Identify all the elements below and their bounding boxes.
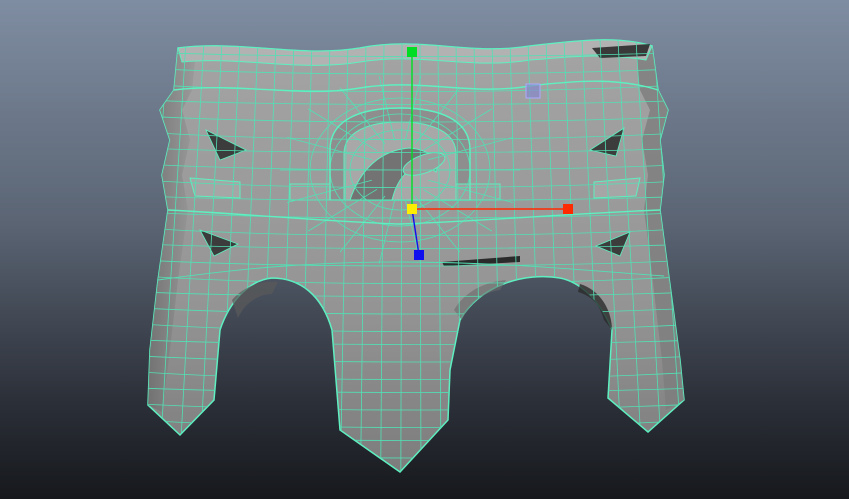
wire-edge bbox=[148, 39, 151, 472]
x-axis-tip[interactable] bbox=[563, 204, 573, 214]
center-handle[interactable] bbox=[407, 204, 417, 214]
y-axis-tip[interactable] bbox=[407, 47, 417, 57]
z-axis-tip[interactable] bbox=[414, 250, 424, 260]
3d-viewport[interactable] bbox=[0, 0, 849, 499]
wire-edge bbox=[671, 39, 684, 472]
viewport-scene[interactable] bbox=[0, 0, 849, 499]
wire-edge bbox=[148, 451, 684, 459]
plane-handle[interactable] bbox=[525, 83, 541, 99]
